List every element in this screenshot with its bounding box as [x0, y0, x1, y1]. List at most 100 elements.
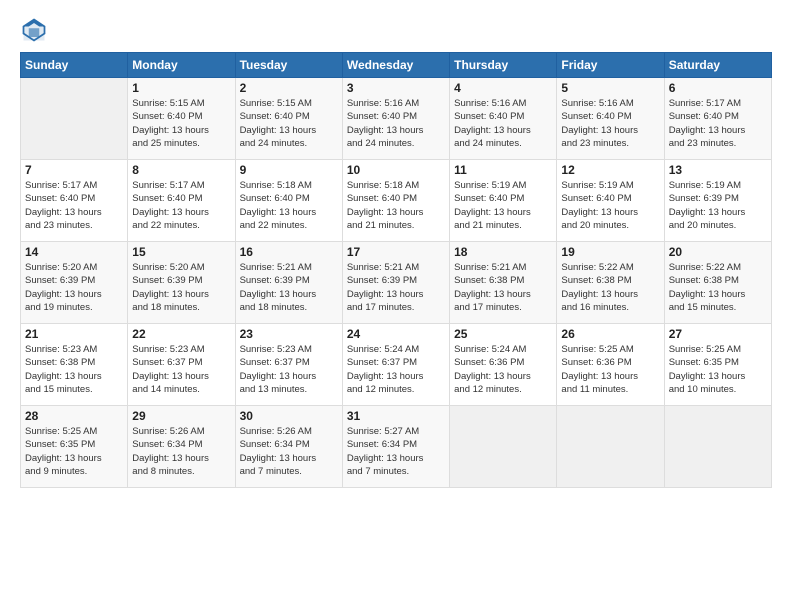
calendar-cell: 31 Sunrise: 5:27 AM Sunset: 6:34 PM Dayli…	[342, 406, 449, 488]
calendar-cell: 6Sunrise: 5:17 AM Sunset: 6:40 PM Daylig…	[664, 78, 771, 160]
day-info: Sunrise: 5:16 AM Sunset: 6:40 PM Dayligh…	[347, 97, 445, 150]
calendar-cell: 8 Sunrise: 5:17 AM Sunset: 6:40 PM Daylig…	[128, 160, 235, 242]
calendar-week-row: 21 Sunrise: 5:23 AM Sunset: 6:38 PM Dayli…	[21, 324, 772, 406]
calendar-week-row: 14 Sunrise: 5:20 AM Sunset: 6:39 PM Dayli…	[21, 242, 772, 324]
day-number: 9	[240, 163, 338, 177]
day-info: Sunrise: 5:23 AM Sunset: 6:37 PM Dayligh…	[132, 343, 230, 396]
day-info: Sunrise: 5:21 AM Sunset: 6:39 PM Dayligh…	[347, 261, 445, 314]
calendar-week-row: 28Sunrise: 5:25 AM Sunset: 6:35 PM Dayli…	[21, 406, 772, 488]
calendar-cell: 16 Sunrise: 5:21 AM Sunset: 6:39 PM Dayli…	[235, 242, 342, 324]
day-number: 26	[561, 327, 659, 341]
day-number: 19	[561, 245, 659, 259]
day-header-wednesday: Wednesday	[342, 53, 449, 78]
day-header-friday: Friday	[557, 53, 664, 78]
calendar: SundayMondayTuesdayWednesdayThursdayFrid…	[20, 52, 772, 488]
day-number: 11	[454, 163, 552, 177]
calendar-cell: 25Sunrise: 5:24 AM Sunset: 6:36 PM Dayli…	[450, 324, 557, 406]
calendar-cell: 2 Sunrise: 5:15 AM Sunset: 6:40 PM Daylig…	[235, 78, 342, 160]
calendar-cell	[557, 406, 664, 488]
calendar-cell	[664, 406, 771, 488]
day-info: Sunrise: 5:23 AM Sunset: 6:38 PM Dayligh…	[25, 343, 123, 396]
calendar-cell: 30 Sunrise: 5:26 AM Sunset: 6:34 PM Dayli…	[235, 406, 342, 488]
calendar-week-row: 7Sunrise: 5:17 AM Sunset: 6:40 PM Daylig…	[21, 160, 772, 242]
day-number: 5	[561, 81, 659, 95]
day-number: 4	[454, 81, 552, 95]
calendar-cell: 19 Sunrise: 5:22 AM Sunset: 6:38 PM Dayli…	[557, 242, 664, 324]
calendar-cell: 9 Sunrise: 5:18 AM Sunset: 6:40 PM Daylig…	[235, 160, 342, 242]
day-info: Sunrise: 5:22 AM Sunset: 6:38 PM Dayligh…	[669, 261, 767, 314]
day-info: Sunrise: 5:15 AM Sunset: 6:40 PM Dayligh…	[132, 97, 230, 150]
calendar-cell: 13 Sunrise: 5:19 AM Sunset: 6:39 PM Dayli…	[664, 160, 771, 242]
calendar-cell: 15 Sunrise: 5:20 AM Sunset: 6:39 PM Dayli…	[128, 242, 235, 324]
day-number: 21	[25, 327, 123, 341]
day-info: Sunrise: 5:24 AM Sunset: 6:37 PM Dayligh…	[347, 343, 445, 396]
day-number: 14	[25, 245, 123, 259]
day-number: 2	[240, 81, 338, 95]
day-header-thursday: Thursday	[450, 53, 557, 78]
day-number: 8	[132, 163, 230, 177]
day-number: 23	[240, 327, 338, 341]
day-info: Sunrise: 5:17 AM Sunset: 6:40 PM Dayligh…	[25, 179, 123, 232]
day-header-monday: Monday	[128, 53, 235, 78]
calendar-cell: 11 Sunrise: 5:19 AM Sunset: 6:40 PM Dayli…	[450, 160, 557, 242]
day-number: 13	[669, 163, 767, 177]
day-number: 29	[132, 409, 230, 423]
calendar-cell: 24 Sunrise: 5:24 AM Sunset: 6:37 PM Dayli…	[342, 324, 449, 406]
calendar-cell	[450, 406, 557, 488]
day-number: 10	[347, 163, 445, 177]
day-number: 25	[454, 327, 552, 341]
day-header-sunday: Sunday	[21, 53, 128, 78]
day-info: Sunrise: 5:21 AM Sunset: 6:39 PM Dayligh…	[240, 261, 338, 314]
day-number: 30	[240, 409, 338, 423]
day-info: Sunrise: 5:19 AM Sunset: 6:39 PM Dayligh…	[669, 179, 767, 232]
day-number: 15	[132, 245, 230, 259]
day-number: 1	[132, 81, 230, 95]
day-info: Sunrise: 5:16 AM Sunset: 6:40 PM Dayligh…	[561, 97, 659, 150]
calendar-cell	[21, 78, 128, 160]
day-info: Sunrise: 5:18 AM Sunset: 6:40 PM Dayligh…	[347, 179, 445, 232]
day-number: 31	[347, 409, 445, 423]
day-info: Sunrise: 5:17 AM Sunset: 6:40 PM Dayligh…	[669, 97, 767, 150]
calendar-cell: 28Sunrise: 5:25 AM Sunset: 6:35 PM Dayli…	[21, 406, 128, 488]
day-number: 3	[347, 81, 445, 95]
calendar-cell: 10 Sunrise: 5:18 AM Sunset: 6:40 PM Dayli…	[342, 160, 449, 242]
calendar-cell: 17 Sunrise: 5:21 AM Sunset: 6:39 PM Dayli…	[342, 242, 449, 324]
calendar-cell: 4 Sunrise: 5:16 AM Sunset: 6:40 PM Daylig…	[450, 78, 557, 160]
calendar-cell: 21 Sunrise: 5:23 AM Sunset: 6:38 PM Dayli…	[21, 324, 128, 406]
day-info: Sunrise: 5:25 AM Sunset: 6:36 PM Dayligh…	[561, 343, 659, 396]
day-info: Sunrise: 5:25 AM Sunset: 6:35 PM Dayligh…	[669, 343, 767, 396]
day-number: 24	[347, 327, 445, 341]
day-info: Sunrise: 5:26 AM Sunset: 6:34 PM Dayligh…	[132, 425, 230, 478]
calendar-cell: 29 Sunrise: 5:26 AM Sunset: 6:34 PM Dayli…	[128, 406, 235, 488]
calendar-cell: 14Sunrise: 5:20 AM Sunset: 6:39 PM Dayli…	[21, 242, 128, 324]
day-number: 27	[669, 327, 767, 341]
calendar-cell: 26 Sunrise: 5:25 AM Sunset: 6:36 PM Dayli…	[557, 324, 664, 406]
day-number: 16	[240, 245, 338, 259]
calendar-cell: 18 Sunrise: 5:21 AM Sunset: 6:38 PM Dayli…	[450, 242, 557, 324]
page: SundayMondayTuesdayWednesdayThursdayFrid…	[0, 0, 792, 612]
calendar-cell: 7Sunrise: 5:17 AM Sunset: 6:40 PM Daylig…	[21, 160, 128, 242]
day-info: Sunrise: 5:22 AM Sunset: 6:38 PM Dayligh…	[561, 261, 659, 314]
day-info: Sunrise: 5:16 AM Sunset: 6:40 PM Dayligh…	[454, 97, 552, 150]
day-info: Sunrise: 5:23 AM Sunset: 6:37 PM Dayligh…	[240, 343, 338, 396]
day-info: Sunrise: 5:25 AM Sunset: 6:35 PM Dayligh…	[25, 425, 123, 478]
header	[20, 16, 772, 44]
day-number: 18	[454, 245, 552, 259]
day-number: 22	[132, 327, 230, 341]
day-info: Sunrise: 5:18 AM Sunset: 6:40 PM Dayligh…	[240, 179, 338, 232]
calendar-cell: 3 Sunrise: 5:16 AM Sunset: 6:40 PM Daylig…	[342, 78, 449, 160]
day-info: Sunrise: 5:26 AM Sunset: 6:34 PM Dayligh…	[240, 425, 338, 478]
calendar-cell: 1 Sunrise: 5:15 AM Sunset: 6:40 PM Daylig…	[128, 78, 235, 160]
calendar-cell: 27 Sunrise: 5:25 AM Sunset: 6:35 PM Dayli…	[664, 324, 771, 406]
calendar-cell: 5 Sunrise: 5:16 AM Sunset: 6:40 PM Daylig…	[557, 78, 664, 160]
calendar-cell: 12Sunrise: 5:19 AM Sunset: 6:40 PM Dayli…	[557, 160, 664, 242]
day-info: Sunrise: 5:17 AM Sunset: 6:40 PM Dayligh…	[132, 179, 230, 232]
calendar-cell: 23 Sunrise: 5:23 AM Sunset: 6:37 PM Dayli…	[235, 324, 342, 406]
day-info: Sunrise: 5:20 AM Sunset: 6:39 PM Dayligh…	[132, 261, 230, 314]
day-info: Sunrise: 5:27 AM Sunset: 6:34 PM Dayligh…	[347, 425, 445, 478]
day-info: Sunrise: 5:19 AM Sunset: 6:40 PM Dayligh…	[454, 179, 552, 232]
day-number: 17	[347, 245, 445, 259]
day-info: Sunrise: 5:21 AM Sunset: 6:38 PM Dayligh…	[454, 261, 552, 314]
day-info: Sunrise: 5:15 AM Sunset: 6:40 PM Dayligh…	[240, 97, 338, 150]
logo-icon	[20, 16, 48, 44]
